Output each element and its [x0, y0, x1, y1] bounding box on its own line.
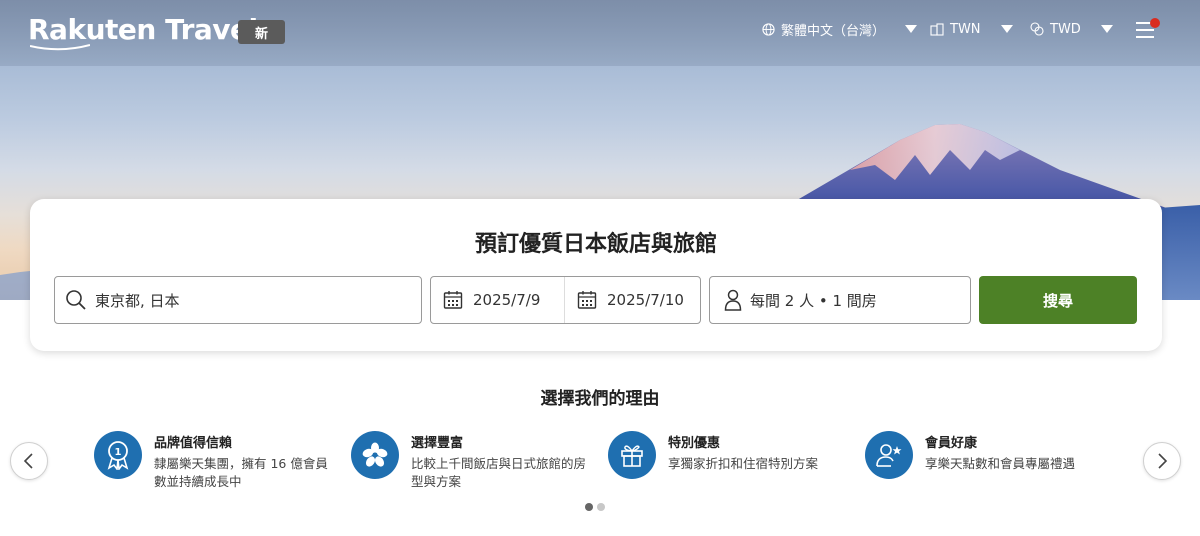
destination-value: 東京都, 日本 — [95, 291, 180, 310]
search-icon — [66, 290, 86, 310]
rakuten-travel-logo[interactable]: Rakuten Travel — [28, 13, 258, 46]
guests-value: 每間 2 人 • 1 間房 — [750, 291, 877, 310]
logo-swoosh-icon — [30, 44, 90, 51]
language-selector[interactable]: 繁體中文（台灣） — [762, 19, 918, 39]
reason-title: 品牌值得信賴 — [154, 436, 233, 451]
reason-desc: 比較上千間飯店與日式旅館的房型與方案 — [411, 456, 587, 489]
reason-item: 1 品牌值得信賴 隸屬樂天集團，擁有 16 億會員數並持續成長中 — [94, 431, 334, 491]
search-card: 預訂優質日本飯店與旅館 東京都, 日本 2025/7/9 2025/7/10 每… — [30, 199, 1162, 351]
region-selector[interactable]: TWN — [930, 19, 1013, 39]
reason-item: 會員好康 享樂天點數和會員專屬禮遇 — [865, 431, 1125, 479]
chevron-down-icon — [1100, 25, 1113, 33]
carousel-prev-button[interactable] — [10, 442, 48, 480]
coins-icon — [1030, 22, 1044, 36]
chevron-down-icon — [1000, 25, 1013, 33]
calendar-icon — [577, 291, 597, 309]
destination-field[interactable]: 東京都, 日本 — [54, 276, 422, 324]
globe-icon — [762, 22, 775, 36]
flower-icon — [351, 431, 399, 479]
reason-title: 特別優惠 — [668, 436, 721, 451]
carousel-next-button[interactable] — [1143, 442, 1181, 480]
new-badge: 新 — [238, 20, 285, 44]
reason-item: 特別優惠 享獨家折扣和住宿特別方案 — [608, 431, 848, 479]
chevron-down-icon — [905, 25, 918, 33]
reason-title: 會員好康 — [925, 436, 978, 451]
checkin-value: 2025/7/9 — [473, 291, 541, 309]
language-label: 繁體中文（台灣） — [781, 23, 886, 39]
carousel-dots — [585, 503, 605, 511]
reason-desc: 隸屬樂天集團，擁有 16 億會員數並持續成長中 — [154, 456, 328, 489]
reason-item: 選擇豐富 比較上千間飯店與日式旅館的房型與方案 — [351, 431, 591, 491]
member-star-icon — [865, 431, 913, 479]
top-header: Rakuten Travel 新 繁體中文（台灣） TWN TWD — [0, 0, 1200, 66]
checkout-date[interactable]: 2025/7/10 — [565, 277, 684, 323]
reasons-title: 選擇我們的理由 — [540, 389, 660, 409]
notification-dot — [1150, 18, 1160, 28]
search-title: 預訂優質日本飯店與旅館 — [474, 232, 717, 257]
gift-icon — [608, 431, 656, 479]
reason-desc: 享獨家折扣和住宿特別方案 — [668, 456, 819, 471]
checkin-date[interactable]: 2025/7/9 — [431, 277, 565, 323]
guests-field[interactable]: 每間 2 人 • 1 間房 — [709, 276, 971, 324]
person-icon — [724, 289, 742, 311]
calendar-icon — [443, 291, 463, 309]
award-medal-icon: 1 — [94, 431, 142, 479]
region-label: TWN — [950, 21, 981, 37]
chevron-left-icon — [23, 453, 33, 469]
search-button[interactable]: 搜尋 — [979, 276, 1137, 324]
date-range-field[interactable]: 2025/7/9 2025/7/10 — [430, 276, 701, 324]
carousel-dot-1[interactable] — [585, 503, 593, 511]
carousel-dot-2[interactable] — [597, 503, 605, 511]
currency-selector[interactable]: TWD — [1030, 19, 1113, 39]
svg-text:1: 1 — [115, 447, 122, 458]
chevron-right-icon — [1158, 453, 1168, 469]
checkout-value: 2025/7/10 — [607, 291, 684, 309]
reason-title: 選擇豐富 — [411, 436, 464, 451]
building-icon — [930, 22, 944, 36]
reason-desc: 享樂天點數和會員專屬禮遇 — [925, 456, 1076, 471]
currency-label: TWD — [1050, 21, 1081, 37]
